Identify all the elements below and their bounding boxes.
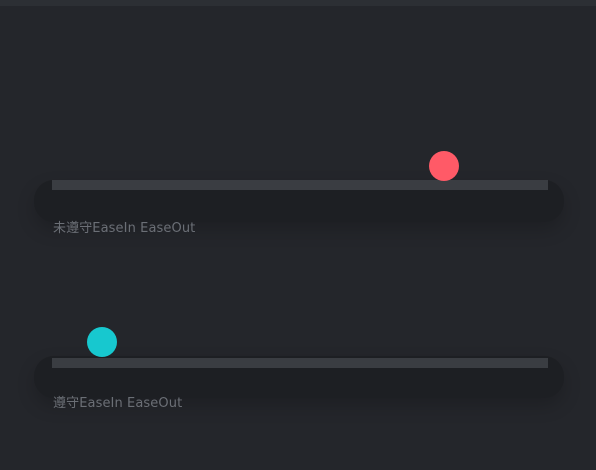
motion-track xyxy=(52,358,548,368)
demo-label: 遵守EaseIn EaseOut xyxy=(53,396,183,411)
animation-demo-not-following-ease: 未遵守EaseIn EaseOut xyxy=(0,134,596,294)
demo-label: 未遵守EaseIn EaseOut xyxy=(53,221,196,236)
animation-demo-following-ease: 遵守EaseIn EaseOut xyxy=(0,310,596,470)
animated-ball-red xyxy=(428,151,459,181)
window: 未遵守EaseIn EaseOut 遵守EaseIn EaseOut xyxy=(0,0,596,441)
animated-ball-cyan xyxy=(86,327,117,357)
motion-track xyxy=(52,180,548,190)
